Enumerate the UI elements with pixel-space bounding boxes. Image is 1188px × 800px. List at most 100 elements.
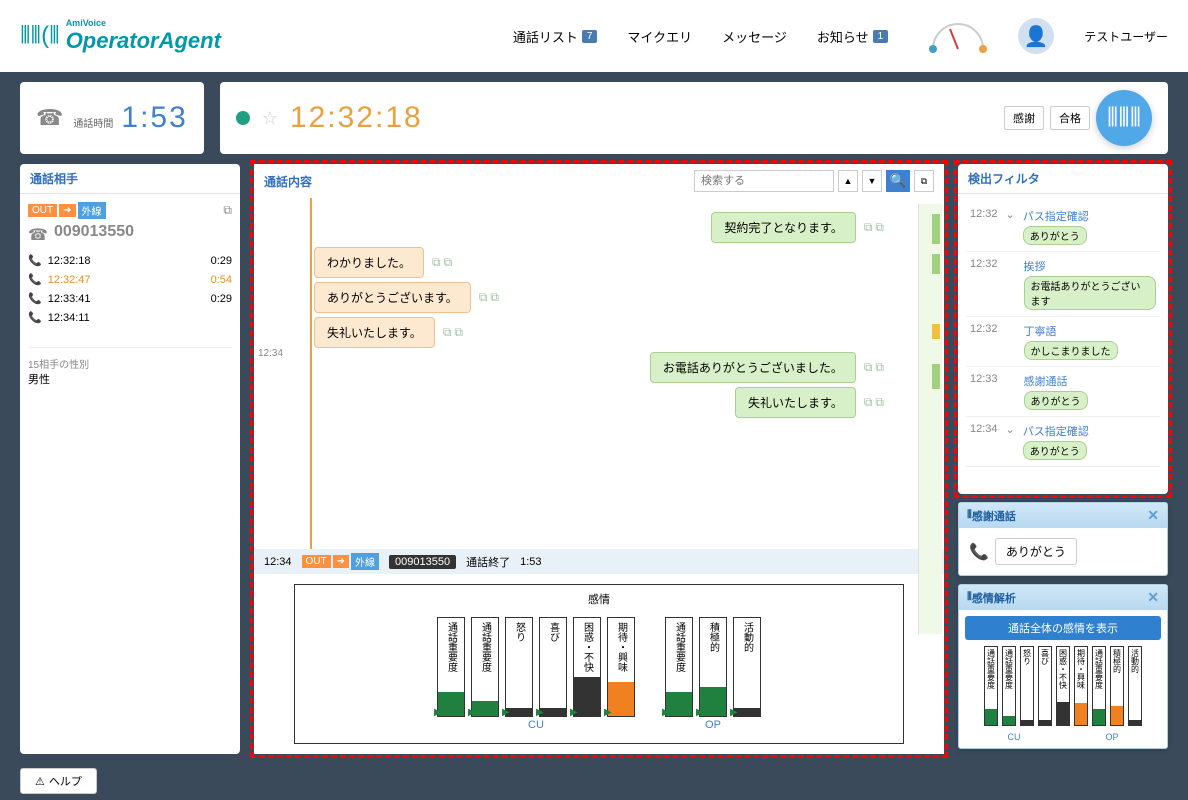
message-bubble[interactable]: お電話ありがとうございました。 — [650, 352, 856, 383]
status-bar: ☎ 通話時間 1:53 ☆ 12:32:18 感謝 合格 ⦀⦀⦀ — [0, 72, 1188, 164]
copy-icon[interactable]: ⧉ — [223, 203, 232, 218]
phone-icon: ☎ — [36, 105, 63, 131]
topnav: 通話リスト7 マイクエリ メッセージ お知らせ1 👤 テストユーザー — [513, 18, 1168, 54]
copy-icon[interactable]: ⧉ — [443, 325, 452, 340]
search-prev-button[interactable]: ▲ — [838, 170, 858, 192]
status-dot-icon — [236, 111, 250, 125]
copy-icon[interactable]: ⧉ — [875, 395, 884, 410]
message-bubble[interactable]: ありがとうございます。 — [314, 282, 471, 313]
mini-emotion-bar: 通話重要度 — [984, 646, 998, 726]
conversation-footer: 12:34 OUT➜外線 009013550 通話終了 1:53 — [254, 549, 944, 574]
copy-icon[interactable]: ⧉ — [444, 255, 453, 270]
timestamp: 12:34 — [258, 348, 283, 359]
copy-icon[interactable]: ⧉ — [864, 360, 873, 375]
copy-icon[interactable]: ⧉ — [432, 255, 441, 270]
logo-icon: ⦀⦀(⦀ — [20, 22, 60, 50]
call-list-badge: 7 — [582, 30, 598, 43]
filter-item[interactable]: 12:34⌄パス指定確認ありがとう — [966, 417, 1160, 467]
message-actions[interactable]: ⧉⧉ — [432, 255, 452, 270]
message-bubble[interactable]: わかりました。 — [314, 247, 424, 278]
search-button[interactable]: 🔍 — [886, 170, 910, 192]
star-icon[interactable]: ☆ — [262, 108, 278, 129]
message-bubble[interactable]: 契約完了となります。 — [711, 212, 855, 243]
minimap[interactable] — [918, 204, 942, 634]
mini-emotion-bar: 活動的 — [1128, 646, 1142, 726]
message-row: わかりました。 ⧉⧉ — [314, 247, 884, 278]
show-emotion-button[interactable]: 通話全体の感情を表示 — [965, 616, 1161, 640]
copy-icon[interactable]: ⧉ — [479, 290, 488, 305]
copy-button[interactable]: ⧉ — [914, 170, 934, 192]
call-time: 1:53 — [121, 101, 187, 135]
emotion-popup: ⦀ 感情解析 ✕ 通話全体の感情を表示 通話重要度通話重要度怒り喜び困惑・不快期… — [958, 584, 1168, 749]
filter-item[interactable]: 12:32丁寧語かしこまりました — [966, 317, 1160, 367]
mini-emotion-bar: 喜び — [1038, 646, 1052, 726]
thanks-button[interactable]: 感謝 — [1004, 106, 1044, 130]
message-actions[interactable]: ⧉⧉ — [864, 360, 884, 375]
phone-bubble-icon: 📞 — [969, 542, 989, 562]
call-direction-badge: OUT➜外線 — [28, 202, 106, 219]
wave-button[interactable]: ⦀⦀⦀ — [1096, 90, 1152, 146]
emotion-bar: 活動的▶ — [733, 617, 761, 717]
message-actions[interactable]: ⧉⧉ — [864, 220, 884, 235]
header: ⦀⦀(⦀ AmiVoice OperatorAgent 通話リスト7 マイクエリ… — [0, 0, 1188, 72]
copy-icon[interactable]: ⧉ — [454, 325, 463, 340]
caller-number: 009013550 — [54, 223, 134, 241]
message-actions[interactable]: ⧉⧉ — [443, 325, 463, 340]
call-history-row[interactable]: 📞12:34:11 — [28, 308, 232, 327]
chevron-down-icon[interactable]: ⌄ — [1006, 423, 1015, 460]
emotion-bar: 期待・興味▶ — [607, 617, 635, 717]
call-time-label: 通話時間 — [73, 115, 113, 130]
thanks-popup-title: 感謝通話 — [972, 508, 1016, 524]
mini-emotion-bar: 期待・興味 — [1074, 646, 1088, 726]
mini-emotion-bar: 通話重要度 — [1092, 646, 1106, 726]
help-button[interactable]: ⚠ヘルプ — [20, 768, 97, 794]
emotion-bar: 積極的▶ — [699, 617, 727, 717]
emotion-bar: 通話重要度▶ — [471, 617, 499, 717]
search-input[interactable] — [694, 170, 834, 192]
copy-icon[interactable]: ⧉ — [864, 395, 873, 410]
nav-message[interactable]: メッセージ — [722, 27, 787, 46]
call-history-row[interactable]: 📞12:32:180:29 — [28, 251, 232, 270]
filter-title: 検出フィルタ — [958, 164, 1168, 194]
avatar[interactable]: 👤 — [1018, 18, 1054, 54]
call-history-row[interactable]: 📞12:33:410:29 — [28, 289, 232, 308]
message-bubble[interactable]: 失礼いたします。 — [314, 317, 435, 348]
gauge-icon — [928, 19, 988, 54]
copy-icon[interactable]: ⧉ — [864, 220, 873, 235]
filter-item[interactable]: 12:33感謝通話ありがとう — [966, 367, 1160, 417]
close-icon[interactable]: ✕ — [1147, 507, 1159, 524]
nav-my-query[interactable]: マイクエリ — [627, 27, 692, 46]
mini-emotion-bar: 困惑・不快 — [1056, 646, 1070, 726]
cu-label: CU — [437, 719, 635, 731]
filter-item[interactable]: 12:32⌄パス指定確認ありがとう — [966, 202, 1160, 252]
footer-number: 009013550 — [389, 555, 456, 569]
call-history-row[interactable]: 📞12:32:470:54 — [28, 270, 232, 289]
warning-icon: ⚠ — [35, 775, 45, 788]
caller-panel-title: 通話相手 — [20, 164, 240, 194]
timeline-line — [310, 198, 312, 549]
thanks-text: ありがとう — [995, 538, 1077, 565]
message-bubble[interactable]: 失礼いたします。 — [735, 387, 856, 418]
message-actions[interactable]: ⧉⧉ — [479, 290, 499, 305]
copy-icon[interactable]: ⧉ — [875, 360, 884, 375]
nav-call-list[interactable]: 通話リスト7 — [513, 27, 598, 46]
search-next-button[interactable]: ▼ — [862, 170, 882, 192]
message-actions[interactable]: ⧉⧉ — [864, 395, 884, 410]
nav-notice[interactable]: お知らせ1 — [817, 27, 888, 46]
conversation-panel: 通話内容 ▲ ▼ 🔍 ⧉ 12:34 契約完了となります。⧉⧉わかりました。⧉⧉… — [254, 164, 944, 754]
conversation-title: 通話内容 — [264, 173, 312, 190]
emotion-bar: 困惑・不快▶ — [573, 617, 601, 717]
copy-icon[interactable]: ⧉ — [490, 290, 499, 305]
filter-item[interactable]: 12:32挨拶お電話ありがとうございます — [966, 252, 1160, 317]
clock-panel: ☆ 12:32:18 感謝 合格 ⦀⦀⦀ — [220, 82, 1168, 154]
emotion-bar: 通話重要度▶ — [665, 617, 693, 717]
copy-icon[interactable]: ⧉ — [875, 220, 884, 235]
call-duration-panel: ☎ 通話時間 1:53 — [20, 82, 204, 154]
emotion-bar: 怒り▶ — [505, 617, 533, 717]
chevron-down-icon[interactable]: ⌄ — [1006, 208, 1015, 245]
phone-icon: 📞 — [28, 292, 42, 305]
close-icon[interactable]: ✕ — [1147, 589, 1159, 606]
emotion-bar: 通話重要度▶ — [437, 617, 465, 717]
caller-panel: 通話相手 OUT➜外線 ⧉ ☎ 009013550 📞12:32:180:29📞… — [20, 164, 240, 754]
pass-button[interactable]: 合格 — [1050, 106, 1090, 130]
